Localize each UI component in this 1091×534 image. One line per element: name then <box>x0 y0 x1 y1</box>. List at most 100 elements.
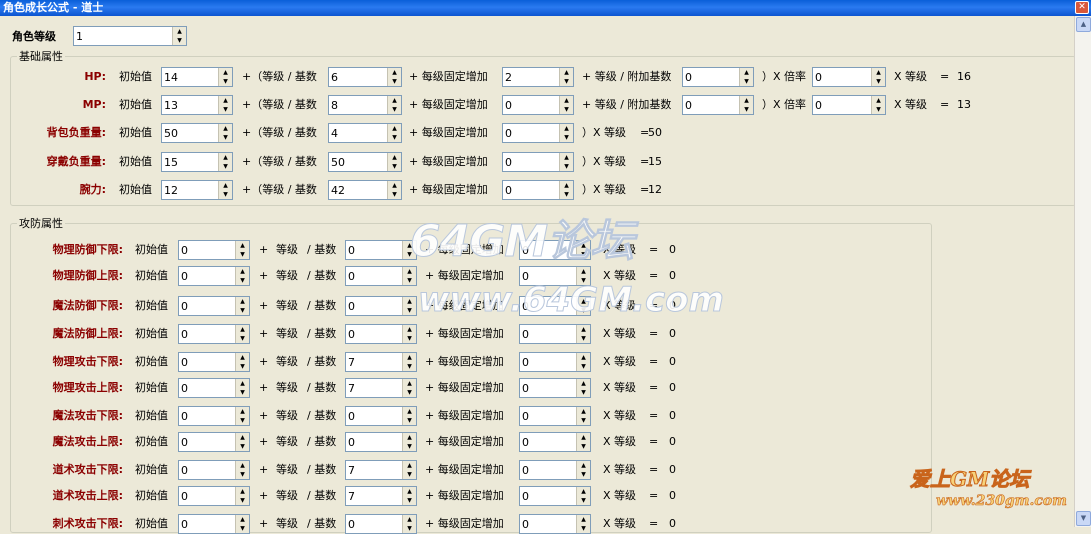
spin-arrows[interactable]: ▲ ▼ <box>402 267 416 285</box>
initial-value-spinner-input[interactable] <box>162 153 220 171</box>
spin-down-icon[interactable]: ▼ <box>403 416 416 425</box>
fixed-increase-spinner[interactable]: ▲▼ <box>519 514 591 534</box>
spin-up-icon[interactable]: ▲ <box>236 515 249 524</box>
base-spinner[interactable]: ▲▼ <box>345 240 417 260</box>
spin-up-icon[interactable]: ▲ <box>577 461 590 470</box>
level-input[interactable] <box>74 27 174 45</box>
base-spinner[interactable]: ▲▼ <box>345 324 417 344</box>
spin-arrows[interactable]: ▲ ▼ <box>559 68 573 86</box>
spin-arrows[interactable]: ▲ ▼ <box>218 96 232 114</box>
spin-up-icon[interactable]: ▲ <box>236 297 249 306</box>
spin-up-icon[interactable]: ▲ <box>560 68 573 77</box>
spin-up-icon[interactable]: ▲ <box>236 407 249 416</box>
spin-arrows[interactable]: ▲ ▼ <box>235 407 249 425</box>
level-spin-arrows[interactable]: ▲ ▼ <box>172 27 186 45</box>
spin-down-icon[interactable]: ▼ <box>560 105 573 114</box>
initial-value-spinner-input[interactable] <box>179 267 237 285</box>
initial-value-spinner[interactable]: ▲▼ <box>178 406 250 426</box>
spin-up-icon[interactable]: ▲ <box>388 153 401 162</box>
spin-down-icon[interactable]: ▼ <box>577 388 590 397</box>
initial-value-spinner-input[interactable] <box>179 515 237 533</box>
scroll-down-icon[interactable]: ▼ <box>1076 511 1091 526</box>
spin-up-icon[interactable]: ▲ <box>219 181 232 190</box>
initial-value-spinner-input[interactable] <box>179 461 237 479</box>
spin-down-icon[interactable]: ▼ <box>236 496 249 505</box>
spin-arrows[interactable]: ▲ ▼ <box>235 325 249 343</box>
base-spinner[interactable]: ▲▼ <box>345 514 417 534</box>
base-spinner-input[interactable] <box>329 181 389 199</box>
fixed-increase-spinner[interactable]: ▲▼ <box>519 352 591 372</box>
initial-value-spinner[interactable]: ▲▼ <box>161 67 233 87</box>
fixed-increase-spinner[interactable]: ▲▼ <box>502 67 574 87</box>
spin-arrows[interactable]: ▲ ▼ <box>235 433 249 451</box>
spin-up-icon[interactable]: ▲ <box>577 487 590 496</box>
spin-arrows[interactable]: ▲ ▼ <box>871 68 885 86</box>
spin-down-icon[interactable]: ▼ <box>236 470 249 479</box>
initial-value-spinner-input[interactable] <box>179 297 237 315</box>
spin-arrows[interactable]: ▲ ▼ <box>402 487 416 505</box>
fixed-increase-spinner[interactable]: ▲▼ <box>519 324 591 344</box>
base-spinner[interactable]: ▲▼ <box>345 266 417 286</box>
spin-down-icon[interactable]: ▼ <box>236 276 249 285</box>
spin-up-icon[interactable]: ▲ <box>403 407 416 416</box>
spin-up-icon[interactable]: ▲ <box>577 325 590 334</box>
scroll-up-icon[interactable]: ▲ <box>1076 17 1091 32</box>
base-spinner-input[interactable] <box>329 124 389 142</box>
spin-down-icon[interactable]: ▼ <box>577 470 590 479</box>
base-spinner-input[interactable] <box>329 96 389 114</box>
fixed-increase-spinner-input[interactable] <box>520 353 578 371</box>
initial-value-spinner-input[interactable] <box>162 181 220 199</box>
spin-up-icon[interactable]: ▲ <box>236 325 249 334</box>
spin-up-icon[interactable]: ▲ <box>388 124 401 133</box>
spin-down-icon[interactable]: ▼ <box>388 133 401 142</box>
extra-base-spinner-input[interactable] <box>683 68 741 86</box>
fixed-increase-spinner-input[interactable] <box>520 379 578 397</box>
multiplier-spinner[interactable]: ▲▼ <box>812 67 886 87</box>
spin-down-icon[interactable]: ▼ <box>560 162 573 171</box>
base-spinner[interactable]: ▲▼ <box>328 180 402 200</box>
base-spinner-input[interactable] <box>346 353 404 371</box>
spin-down-icon[interactable]: ▼ <box>403 496 416 505</box>
base-spinner[interactable]: ▲▼ <box>328 95 402 115</box>
fixed-increase-spinner-input[interactable] <box>520 407 578 425</box>
fixed-increase-spinner[interactable]: ▲▼ <box>519 486 591 506</box>
spin-up-icon[interactable]: ▲ <box>577 379 590 388</box>
level-spinner[interactable]: ▲▼ <box>73 26 187 46</box>
spin-down-icon[interactable]: ▼ <box>560 77 573 86</box>
spin-down-icon[interactable]: ▼ <box>388 162 401 171</box>
initial-value-spinner[interactable]: ▲▼ <box>178 296 250 316</box>
initial-value-spinner[interactable]: ▲▼ <box>178 324 250 344</box>
fixed-increase-spinner-input[interactable] <box>503 181 561 199</box>
spin-up-icon[interactable]: ▲ <box>388 96 401 105</box>
spin-arrows[interactable]: ▲ ▼ <box>576 515 590 533</box>
initial-value-spinner-input[interactable] <box>179 325 237 343</box>
spin-arrows[interactable]: ▲ ▼ <box>235 487 249 505</box>
initial-value-spinner-input[interactable] <box>162 96 220 114</box>
spin-down-icon[interactable]: ▼ <box>403 276 416 285</box>
initial-value-spinner[interactable]: ▲▼ <box>178 460 250 480</box>
spin-arrows[interactable]: ▲ ▼ <box>218 68 232 86</box>
multiplier-spinner[interactable]: ▲▼ <box>812 95 886 115</box>
spin-arrows[interactable]: ▲ ▼ <box>402 515 416 533</box>
initial-value-spinner[interactable]: ▲▼ <box>161 180 233 200</box>
spin-down-icon[interactable]: ▼ <box>577 524 590 533</box>
spin-arrows[interactable]: ▲ ▼ <box>402 433 416 451</box>
spin-arrows[interactable]: ▲ ▼ <box>387 124 401 142</box>
fixed-increase-spinner[interactable]: ▲▼ <box>519 378 591 398</box>
spin-up-icon[interactable]: ▲ <box>236 353 249 362</box>
base-spinner-input[interactable] <box>346 487 404 505</box>
spin-up-icon[interactable]: ▲ <box>236 379 249 388</box>
spin-down-icon[interactable]: ▼ <box>236 524 249 533</box>
fixed-increase-spinner-input[interactable] <box>520 461 578 479</box>
spin-up-icon[interactable]: ▲ <box>577 407 590 416</box>
spin-up-icon[interactable]: ▲ <box>236 241 249 250</box>
spin-arrows[interactable]: ▲ ▼ <box>402 353 416 371</box>
spin-arrows[interactable]: ▲ ▼ <box>235 297 249 315</box>
spin-down-icon[interactable]: ▼ <box>236 388 249 397</box>
spin-up-icon[interactable]: ▲ <box>403 515 416 524</box>
base-spinner[interactable]: ▲▼ <box>328 152 402 172</box>
extra-base-spinner[interactable]: ▲▼ <box>682 95 754 115</box>
fixed-increase-spinner[interactable]: ▲▼ <box>502 152 574 172</box>
base-spinner[interactable]: ▲▼ <box>328 123 402 143</box>
spin-up-icon[interactable]: ▲ <box>173 27 186 36</box>
